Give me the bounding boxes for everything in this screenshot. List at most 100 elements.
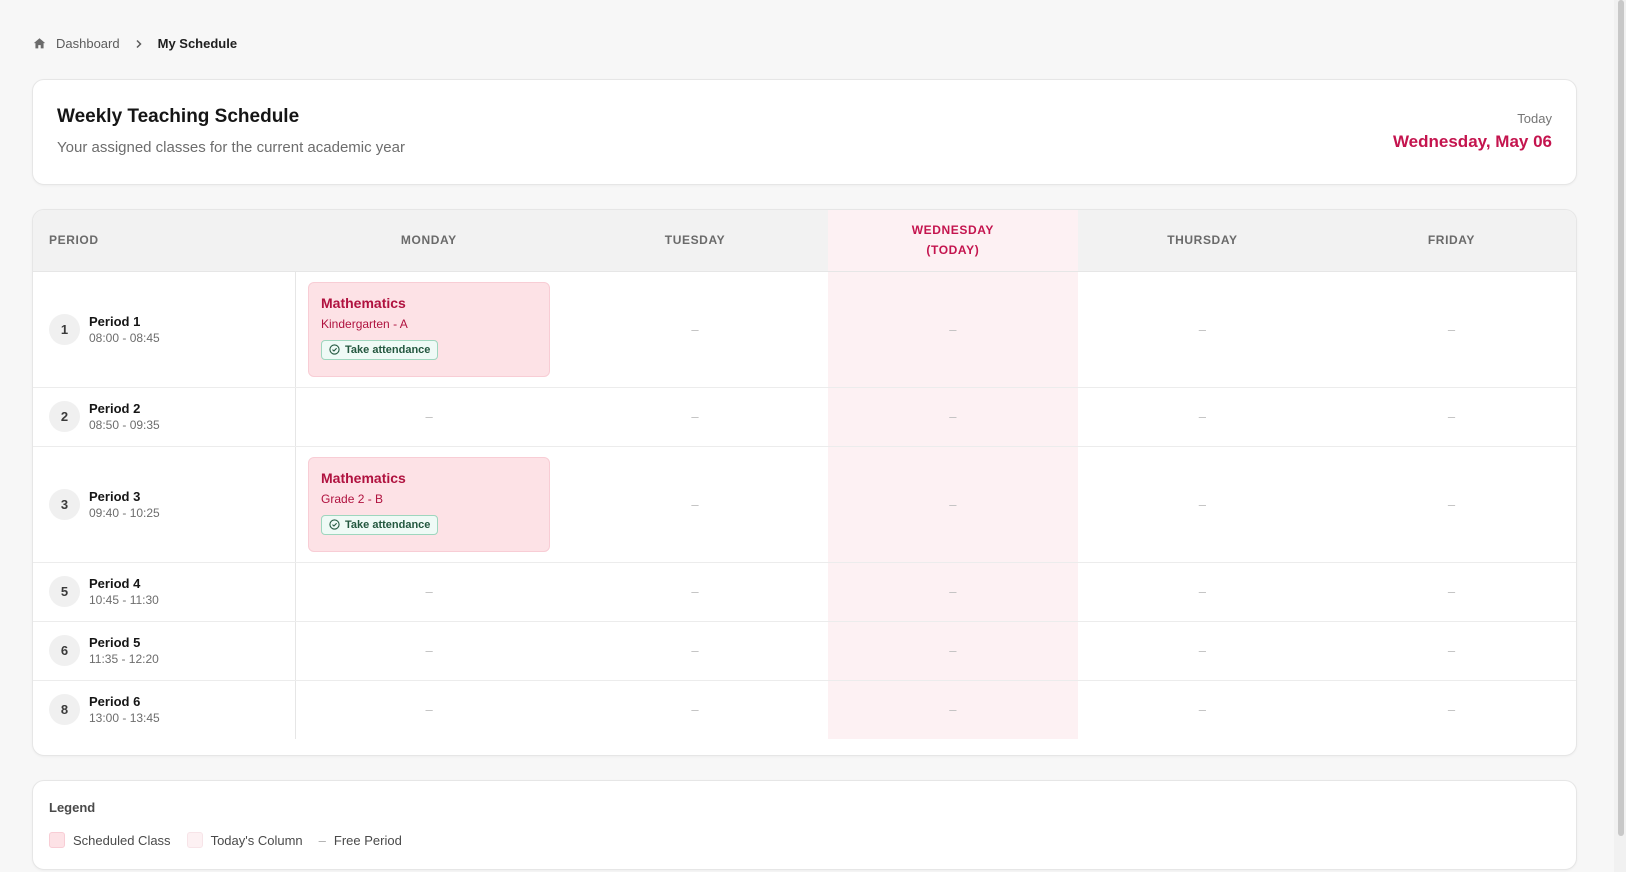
free-period-marker: – <box>949 321 957 337</box>
period-cell: 3 Period 3 09:40 - 10:25 <box>33 446 297 563</box>
free-period-marker: – <box>1447 321 1456 337</box>
breadcrumb-current: My Schedule <box>157 36 238 51</box>
schedule-cell-tuesday: – <box>562 680 828 739</box>
free-period-marker: – <box>1447 409 1456 424</box>
schedule-cell-wednesday: – <box>827 680 1078 739</box>
free-period-marker: – <box>1198 321 1207 337</box>
free-period-marker: – <box>425 643 433 658</box>
schedule-header-card: Weekly Teaching Schedule Your assigned c… <box>32 79 1577 185</box>
table-row: 6 Period 5 11:35 - 12:20 – – – – – <box>33 621 1576 681</box>
period-number-badge: 2 <box>49 401 80 432</box>
schedule-cell-thursday: – <box>1077 621 1327 681</box>
schedule-cell-monday: – <box>295 562 563 622</box>
free-period-marker: – <box>1447 643 1456 658</box>
page-subtitle: Your assigned classes for the current ac… <box>57 139 405 156</box>
period-cell: 6 Period 5 11:35 - 12:20 <box>33 621 297 681</box>
breadcrumb: Dashboard My Schedule <box>33 36 237 51</box>
class-card[interactable]: Mathematics Kindergarten - A Take attend… <box>308 281 551 377</box>
schedule-cell-tuesday: – <box>562 387 828 447</box>
period-number-badge: 5 <box>49 576 80 607</box>
schedule-cell-friday: – <box>1326 271 1576 388</box>
take-attendance-button[interactable]: Take attendance <box>321 514 439 535</box>
table-row: 2 Period 2 08:50 - 09:35 – – – – – <box>33 387 1576 447</box>
free-period-marker: – <box>1447 496 1456 512</box>
legend-label-free: Free Period <box>333 832 402 848</box>
table-header-row: PERIOD MONDAY TUESDAY WEDNESDAY (TODAY) … <box>33 210 1576 272</box>
period-name: Period 1 <box>89 313 141 329</box>
period-cell: 5 Period 4 10:45 - 11:30 <box>33 562 297 622</box>
take-attendance-label: Take attendance <box>345 518 431 531</box>
class-subject: Mathematics <box>321 469 406 486</box>
legend-card: Legend Scheduled Class Today's Column – … <box>32 780 1577 870</box>
period-time: 09:40 - 10:25 <box>89 505 160 520</box>
free-period-marker: – <box>425 702 433 718</box>
legend-item-free: – Free Period <box>319 833 402 848</box>
schedule-cell-monday: Mathematics Kindergarten - A Take attend… <box>295 271 563 388</box>
schedule-cell-thursday: – <box>1078 680 1327 739</box>
take-attendance-button[interactable]: Take attendance <box>321 339 439 360</box>
schedule-cell-friday: – <box>1326 446 1576 563</box>
class-grade: Grade 2 - B <box>321 491 384 506</box>
schedule-cell-thursday: – <box>1077 446 1327 563</box>
page: Dashboard My Schedule Weekly Teaching Sc… <box>0 0 1626 872</box>
period-cell: 2 Period 2 08:50 - 09:35 <box>33 387 297 447</box>
period-name: Period 5 <box>89 635 141 650</box>
free-period-marker: – <box>949 702 957 718</box>
take-attendance-label: Take attendance <box>345 343 431 356</box>
free-period-marker: – <box>425 409 433 424</box>
column-header-tuesday: TUESDAY <box>562 210 828 272</box>
period-time: 10:45 - 11:30 <box>89 593 159 607</box>
free-period-marker: – <box>691 643 699 658</box>
free-period-marker: – <box>949 643 957 658</box>
class-card[interactable]: Mathematics Grade 2 - B Take attendance <box>308 456 551 552</box>
schedule-cell-tuesday: – <box>562 446 828 563</box>
period-number-badge: 1 <box>49 313 80 345</box>
column-header-today-tag: (TODAY) <box>926 243 980 258</box>
column-header-wednesday-label: WEDNESDAY <box>911 223 995 238</box>
legend-item-today: Today's Column <box>186 832 303 848</box>
free-period-marker: – <box>949 496 957 512</box>
breadcrumb-dashboard-link[interactable]: Dashboard <box>56 36 120 51</box>
free-period-marker: – <box>1198 702 1207 718</box>
class-subject: Mathematics <box>321 294 406 311</box>
free-period-marker: – <box>1447 702 1456 718</box>
free-period-marker: – <box>949 584 957 599</box>
period-number-badge: 8 <box>49 694 80 726</box>
schedule-cell-tuesday: – <box>562 562 828 622</box>
today-label: Today <box>1517 111 1552 126</box>
period-name: Period 6 <box>89 694 141 710</box>
period-time: 13:00 - 13:45 <box>89 711 160 726</box>
home-icon[interactable] <box>33 37 46 50</box>
today-column-swatch <box>186 832 203 848</box>
schedule-cell-friday: – <box>1326 387 1576 447</box>
period-time: 08:50 - 09:35 <box>89 418 160 432</box>
period-number-badge: 3 <box>49 488 80 520</box>
period-name: Period 3 <box>89 488 141 504</box>
legend-item-scheduled: Scheduled Class <box>49 832 171 848</box>
free-period-dash: – <box>318 832 326 848</box>
column-header-wednesday: WEDNESDAY (TODAY) <box>827 210 1078 272</box>
column-header-monday: MONDAY <box>295 210 563 272</box>
legend-label-scheduled: Scheduled Class <box>73 832 171 848</box>
schedule-cell-wednesday: – <box>827 271 1078 388</box>
free-period-marker: – <box>425 584 433 599</box>
free-period-marker: – <box>1198 409 1207 424</box>
schedule-cell-wednesday: – <box>827 387 1078 447</box>
table-row: 3 Period 3 09:40 - 10:25 Mathematics Gra… <box>33 446 1576 563</box>
schedule-cell-monday: – <box>295 387 563 447</box>
schedule-cell-monday: Mathematics Grade 2 - B Take attendance <box>295 446 563 563</box>
schedule-cell-wednesday: – <box>827 621 1078 681</box>
period-cell: 8 Period 6 13:00 - 13:45 <box>33 680 297 739</box>
period-name: Period 2 <box>89 401 141 416</box>
scheduled-swatch <box>49 832 65 848</box>
scrollbar[interactable] <box>1614 0 1626 872</box>
legend-label-today: Today's Column <box>210 832 303 848</box>
check-circle-icon <box>329 519 340 530</box>
free-period-marker: – <box>691 584 699 599</box>
legend-items: Scheduled Class Today's Column – Free Pe… <box>49 832 418 848</box>
today-date: Wednesday, May 06 <box>1392 132 1552 151</box>
column-header-friday: FRIDAY <box>1326 210 1576 272</box>
schedule-cell-friday: – <box>1327 680 1576 739</box>
scrollbar-thumb[interactable] <box>1618 0 1624 836</box>
schedule-cell-tuesday: – <box>562 271 828 388</box>
